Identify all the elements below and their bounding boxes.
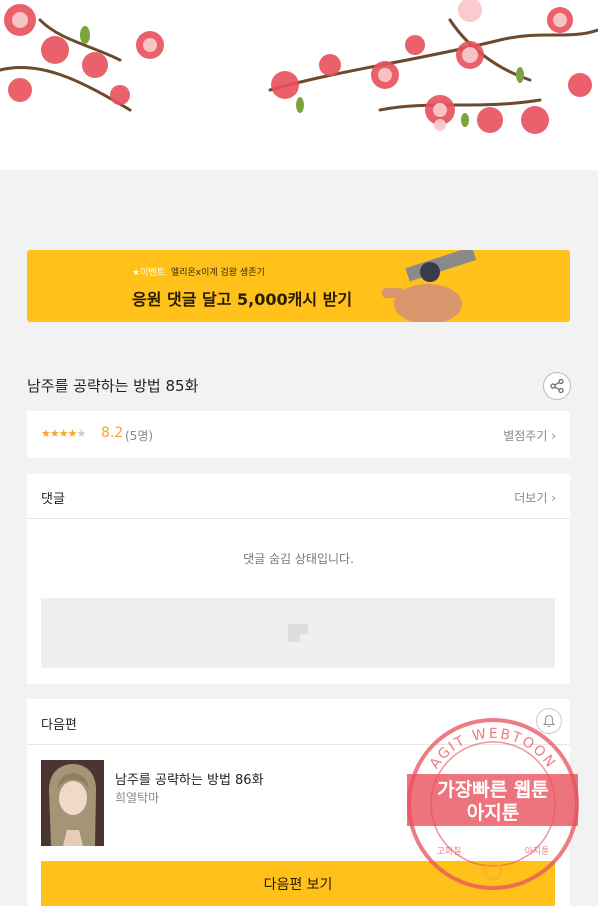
bell-icon — [542, 714, 556, 728]
banner-subtitle: 엘리온x이계 검왕 생존기 — [170, 268, 265, 278]
banner-subtitle-line: ★이벤트 엘리온x이계 검왕 생존기 — [132, 265, 265, 278]
comments-header: 댓글 더보기 › — [27, 474, 570, 519]
comments-more-link[interactable]: 더보기 › — [514, 489, 556, 506]
next-episode-thumbnail[interactable] — [41, 760, 104, 846]
next-episode-author: 희열탁마 — [115, 791, 160, 805]
swordsman-illustration — [382, 250, 477, 322]
rating-score: 8.2 — [101, 425, 124, 441]
share-icon — [550, 379, 564, 393]
image-placeholder-icon — [288, 624, 308, 642]
rate-button[interactable]: 별점주기 › — [503, 427, 556, 444]
rating-stars: ★★★★★ — [41, 427, 86, 440]
comments-label: 댓글 — [41, 492, 65, 507]
blossom-illustration — [0, 0, 598, 170]
event-tag: ★이벤트 — [132, 268, 165, 278]
episode-title: 남주를 공략하는 방법 85화 — [27, 377, 199, 395]
share-button[interactable] — [543, 372, 571, 400]
ad-placeholder — [41, 598, 555, 668]
next-episode-title[interactable]: 남주를 공략하는 방법 86화 — [115, 769, 264, 788]
rating-count: (5명) — [125, 429, 154, 443]
comments-hidden-message: 댓글 숨김 상태입니다. — [243, 552, 354, 566]
event-banner[interactable]: ★이벤트 엘리온x이계 검왕 생존기 응원 댓글 달고 5,000캐시 받기 — [27, 250, 570, 322]
rating-card: ★★★★★ 8.2 (5명) 별점주기 › — [27, 411, 570, 458]
comments-card: 댓글 더보기 › 댓글 숨김 상태입니다. — [27, 474, 570, 684]
next-episode-card: 다음편 남주를 공략하는 방법 86화 희열탁마 다음편 보기 — [27, 699, 570, 906]
view-next-episode-button[interactable]: 다음편 보기 — [41, 861, 555, 906]
next-episode-header: 다음편 — [27, 699, 570, 745]
banner-headline: 응원 댓글 달고 5,000캐시 받기 — [132, 290, 353, 309]
next-episode-label: 다음편 — [41, 718, 77, 733]
notify-button[interactable] — [536, 708, 562, 734]
